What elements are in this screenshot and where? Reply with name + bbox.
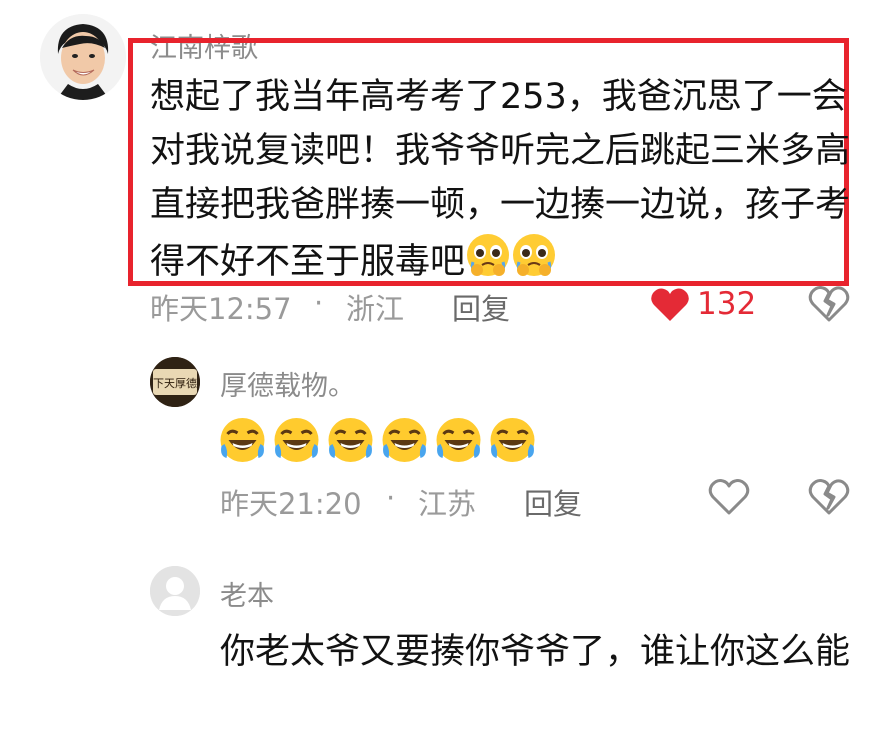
like-button[interactable] <box>708 478 750 520</box>
comment-time: 昨天21:20 <box>220 487 362 521</box>
avatar[interactable]: 下天厚德 <box>150 357 200 407</box>
like-count: 132 <box>697 286 757 322</box>
avatar[interactable] <box>150 566 200 616</box>
avatar[interactable] <box>40 14 126 100</box>
comment-body: 你老太爷又要揍你爷爷了，谁让你这么能 <box>220 632 851 672</box>
username[interactable]: 厚德载物。 <box>220 364 355 403</box>
comment-location: 浙江 <box>346 292 405 326</box>
meta-separator: · <box>314 286 324 320</box>
crying-pleading-face-icon <box>511 232 557 294</box>
laughing-crying-face-icon <box>326 416 375 468</box>
svg-text:下天厚德: 下天厚德 <box>153 376 197 390</box>
dislike-button[interactable] <box>808 285 850 327</box>
comment-location: 江苏 <box>418 487 477 521</box>
dislike-button[interactable] <box>808 478 850 520</box>
laughing-crying-face-icon <box>218 416 267 468</box>
heart-outline-icon <box>708 479 750 520</box>
crying-pleading-face-icon <box>465 232 511 294</box>
heart-broken-icon <box>808 286 850 327</box>
laughing-crying-face-icon <box>488 416 537 468</box>
laughing-crying-face-icon <box>434 416 483 468</box>
meta-separator: · <box>386 481 396 515</box>
default-avatar-icon <box>150 566 200 616</box>
comment-text: 想起了我当年高考考了253，我爸沉思了一会对我说复读吧！我爷爷听完之后跳起三米多… <box>150 70 855 294</box>
laughing-crying-face-icon <box>380 416 429 468</box>
username[interactable]: 老本 <box>220 574 274 613</box>
comment-time: 昨天12:57 <box>150 292 292 326</box>
reply-button[interactable]: 回复 <box>524 481 582 523</box>
laughing-crying-face-icon <box>272 416 321 468</box>
reply-button[interactable]: 回复 <box>452 286 510 328</box>
heart-broken-icon <box>808 479 850 520</box>
heart-filled-icon <box>650 287 690 327</box>
emoji-row <box>218 416 537 464</box>
